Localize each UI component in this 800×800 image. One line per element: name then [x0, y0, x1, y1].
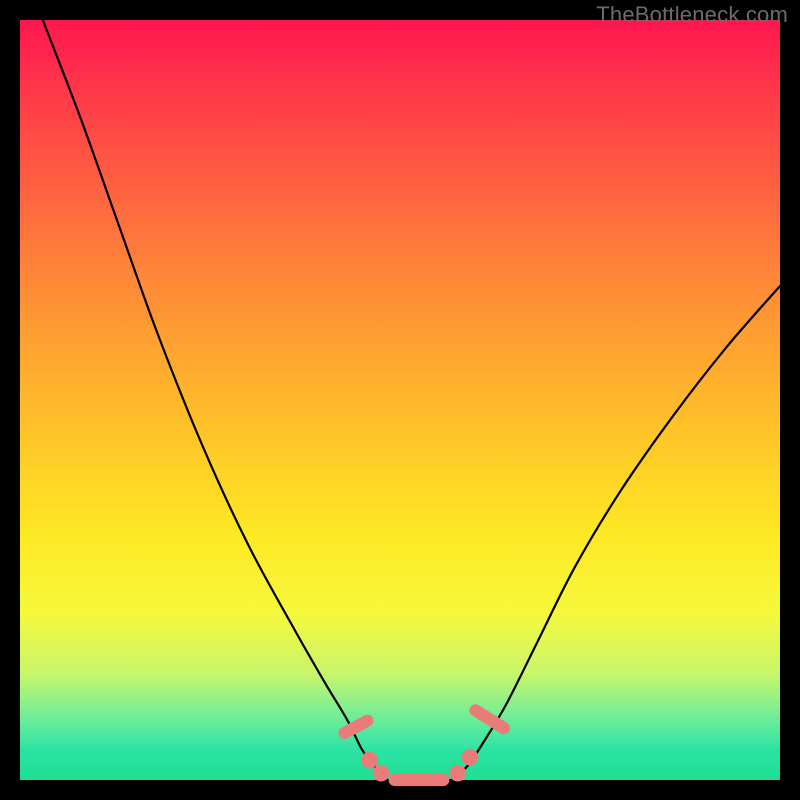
marker-dot-1	[361, 752, 378, 769]
marker-dot-2	[373, 765, 390, 782]
marker-pill-3	[389, 774, 450, 786]
chart-curves	[43, 20, 780, 780]
curve-left-branch	[43, 20, 385, 780]
chart-frame: TheBottleneck.com	[0, 0, 800, 800]
marker-dot-5	[462, 749, 479, 766]
watermark-text: TheBottleneck.com	[596, 2, 788, 28]
curve-right-branch	[453, 286, 780, 780]
chart-svg	[20, 20, 780, 780]
chart-markers	[336, 702, 512, 786]
chart-plot-area	[20, 20, 780, 780]
marker-dot-4	[449, 765, 466, 782]
